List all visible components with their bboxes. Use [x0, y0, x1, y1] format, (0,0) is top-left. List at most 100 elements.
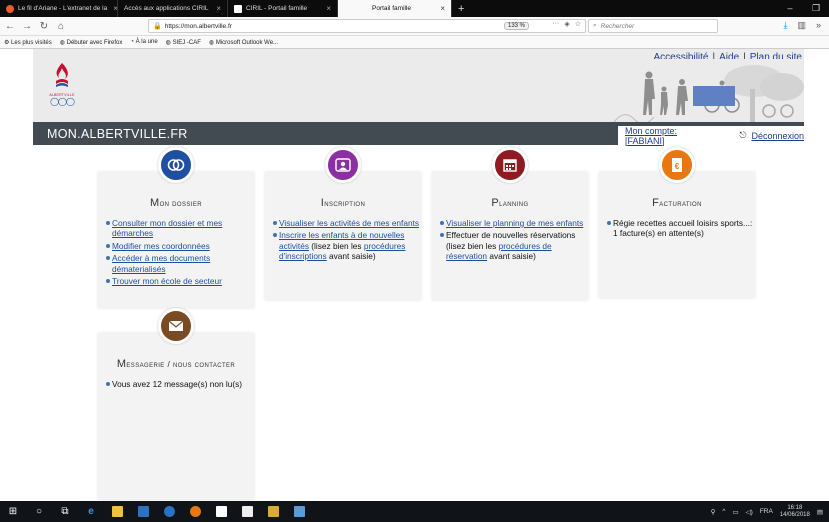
close-tab-icon[interactable]: × [210, 4, 221, 13]
scrollbar[interactable] [804, 49, 829, 501]
albertville-logo[interactable]: ALBERTVILLE ◯◯◯ [47, 63, 77, 118]
url-text: https://mon.albertville.fr [164, 22, 232, 30]
child-icon[interactable] [325, 147, 361, 183]
browser-nav-bar: ← → ↻ ⌂ 🔒 https://mon.albertville.fr 133… [0, 17, 829, 36]
list-item: Régie recettes accueil loisirs sports...… [607, 218, 755, 239]
file-explorer-icon[interactable] [104, 501, 130, 522]
calendar-icon[interactable] [492, 147, 528, 183]
back-icon[interactable]: ← [3, 21, 17, 32]
envelope-icon[interactable] [158, 308, 194, 344]
toolbar-right: ⤓ ▥ » [783, 20, 821, 31]
browser-tab-active[interactable]: Portail famille × [338, 0, 452, 17]
notepad-icon[interactable] [286, 501, 312, 522]
notifications-icon[interactable]: ▤ [817, 508, 823, 516]
documents-link[interactable]: Accéder à mes documents dématerialisés [112, 253, 210, 273]
tab-title: Accès aux applications CIRIL [124, 5, 209, 12]
flame-icon [56, 63, 68, 87]
family-scene-illustration [554, 59, 804, 122]
search-input[interactable]: ⌕ Rechercher [588, 19, 718, 33]
reload-icon[interactable]: ↻ [37, 21, 51, 32]
forward-icon[interactable]: → [20, 21, 34, 32]
chrome-icon[interactable] [156, 501, 182, 522]
browser-tab[interactable]: Le fil d'Ariane - L'extranet de la × [0, 0, 118, 17]
tray-chevron-icon[interactable]: ^ [722, 508, 725, 515]
clock[interactable]: 16:18 14/06/2018 [780, 505, 810, 519]
site-name[interactable]: MON.ALBERTVILLE.FR [47, 127, 188, 141]
restore-icon[interactable]: ❐ [803, 3, 829, 14]
people-icon[interactable]: ⚲ [711, 508, 716, 516]
browser-tab[interactable]: Accès aux applications CIRIL × [118, 0, 228, 17]
document-icon[interactable] [208, 501, 234, 522]
language-indicator[interactable]: FRA [760, 508, 773, 515]
bookmark-star-icon[interactable]: ☆ [575, 20, 581, 28]
card-inscription: Inscription Visualiser les activités de … [265, 147, 421, 300]
bookmark-item[interactable]: ◍ Débuter avec Firefox [60, 39, 123, 46]
close-tab-icon[interactable]: × [107, 4, 117, 13]
browser-tab[interactable]: CIRIL - Portail famille × [228, 0, 338, 17]
bookmark-item[interactable]: ◔ À la une [130, 39, 157, 45]
download-icon[interactable]: ⤓ [783, 20, 787, 31]
zoom-indicator[interactable]: 133 % [503, 22, 529, 30]
overflow-menu-icon[interactable]: » [816, 20, 821, 31]
pocket-icon[interactable]: ◈ [564, 20, 569, 28]
users-icon[interactable] [158, 147, 194, 183]
logout-button[interactable]: ⎋ Déconnexion [739, 130, 804, 141]
system-tray: ⚲ ^ ▭ ◁) FRA 16:18 14/06/2018 ▤ [711, 505, 829, 519]
view-planning-link[interactable]: Visualiser le planning de mes enfants [446, 218, 583, 228]
url-actions: ··· ◈ ☆ [552, 20, 581, 28]
tab-title: Le fil d'Ariane - L'extranet de la [18, 5, 108, 12]
tab-favicon [234, 4, 242, 13]
tab-title: CIRIL - Portail famille [246, 5, 308, 12]
my-account-link[interactable]: Mon compte: [FABIANI] [625, 126, 709, 146]
lock-icon: 🔒 [153, 23, 162, 30]
close-tab-icon[interactable]: × [434, 4, 445, 13]
mail-icon[interactable] [234, 501, 260, 522]
list-item: Modifier mes coordonnées [106, 241, 254, 251]
home-icon[interactable]: ⌂ [54, 21, 68, 32]
start-icon[interactable]: ⊞ [0, 501, 26, 522]
list-item: Consulter mon dossier et mes démarches [106, 218, 254, 239]
search-placeholder: Rechercher [600, 22, 635, 30]
cortana-icon[interactable]: ○ [26, 501, 52, 522]
firefox-icon[interactable] [182, 501, 208, 522]
edge-icon[interactable]: e [78, 501, 104, 522]
card-title: Mon dossier [150, 197, 202, 209]
network-icon[interactable]: ▭ [732, 508, 738, 516]
card-facturation: € Facturation Régie recettes accueil loi… [599, 147, 755, 298]
minimize-icon[interactable]: – [777, 3, 803, 14]
list-item: Visualiser le planning de mes enfants [440, 218, 588, 228]
bookmark-item[interactable]: ◍ SIEJ -CAF [166, 39, 201, 46]
card-title: Inscription [320, 197, 366, 209]
invoice-status-text: Régie recettes accueil loisirs sports...… [613, 218, 753, 239]
card-title: Planning [491, 197, 529, 209]
task-view-icon[interactable]: ⧉ [52, 501, 78, 522]
find-school-link[interactable]: Trouver mon école de secteur [112, 276, 222, 286]
invoice-icon[interactable]: € [659, 147, 695, 183]
site-header: Accessibilité | Aide | Plan du site ALBE… [33, 49, 804, 122]
logout-label: Déconnexion [751, 130, 804, 141]
outlook-icon[interactable] [130, 501, 156, 522]
sidebar-icon[interactable]: ▥ [797, 20, 806, 31]
redaction-box [693, 86, 735, 106]
view-activities-link[interactable]: Visualiser les activités de mes enfants [279, 218, 419, 228]
page-actions-icon[interactable]: ··· [552, 20, 559, 28]
bookmark-item[interactable]: ⚙ Les plus visités [4, 39, 52, 46]
close-tab-icon[interactable]: × [320, 4, 331, 13]
new-tab-button[interactable]: + [452, 3, 470, 15]
list-item: Vous avez 12 message(s) non lu(s) [106, 379, 254, 389]
list-item: Visualiser les activités de mes enfants [273, 218, 421, 228]
messages-count-text[interactable]: Vous avez 12 message(s) non lu(s) [112, 379, 242, 389]
bookmarks-bar: ⚙ Les plus visités ◍ Débuter avec Firefo… [0, 36, 829, 49]
url-bar[interactable]: 🔒 https://mon.albertville.fr 133 % ··· ◈… [148, 19, 586, 33]
edit-contact-link[interactable]: Modifier mes coordonnées [112, 241, 210, 251]
site-title-bar: MON.ALBERTVILLE.FR Mon compte: [FABIANI]… [33, 122, 804, 146]
bookmark-item[interactable]: ◍ Microsoft Outlook We... [209, 39, 278, 46]
volume-icon[interactable]: ◁) [746, 508, 753, 516]
svg-text:€: € [675, 162, 680, 171]
list-item: Accéder à mes documents dématerialisés [106, 253, 254, 274]
window-controls: – ❐ [777, 3, 829, 14]
paint-icon[interactable] [260, 501, 286, 522]
windows-taskbar: ⊞ ○ ⧉ e ⚲ ^ ▭ ◁) FRA 16:18 14/06/2018 ▤ [0, 501, 829, 522]
card-planning: Planning Visualiser le planning de mes e… [432, 147, 588, 300]
consult-dossier-link[interactable]: Consulter mon dossier et mes démarches [112, 218, 222, 238]
